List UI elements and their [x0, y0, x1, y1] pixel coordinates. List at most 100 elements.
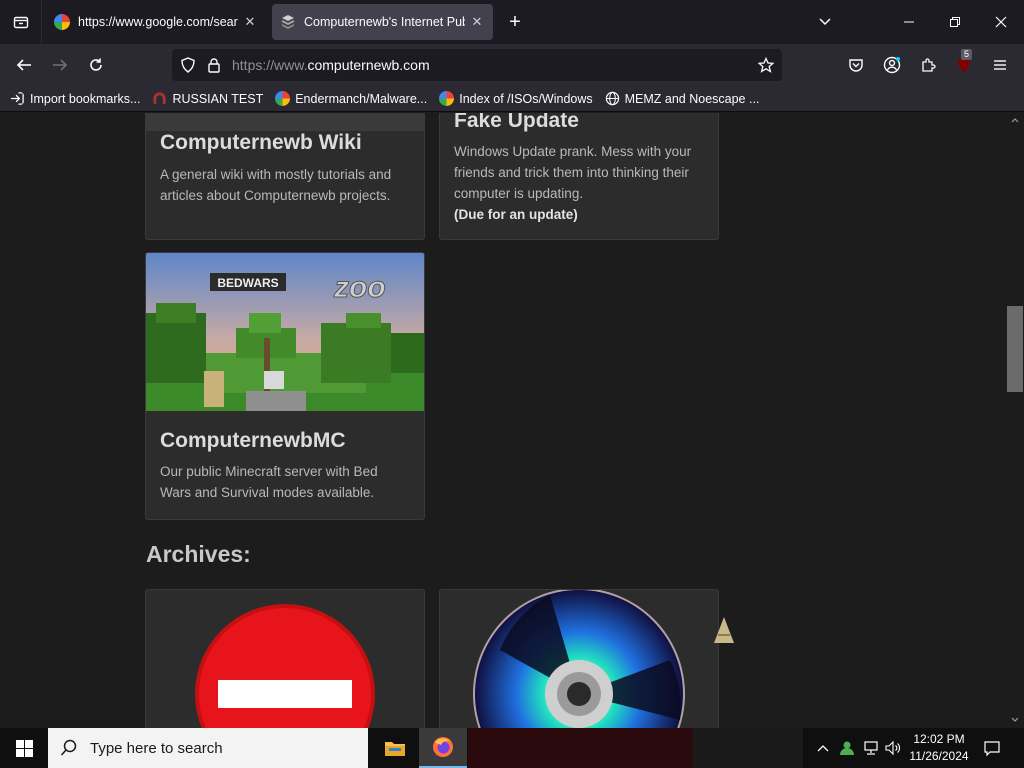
tab-overflow-button[interactable] [802, 0, 848, 44]
google-icon [54, 14, 70, 30]
minimize-icon [904, 21, 914, 23]
network-icon [864, 741, 878, 755]
card-title[interactable]: Fake Update [454, 113, 579, 133]
network-tray-icon[interactable] [860, 728, 882, 768]
search-icon [60, 739, 77, 756]
taskbar-search-box[interactable]: Type here to search [48, 728, 368, 768]
account-icon [883, 56, 901, 74]
account-button[interactable] [878, 51, 906, 79]
url-text[interactable]: https://www.computernewb.com [232, 49, 430, 81]
folder-icon [385, 742, 405, 756]
close-tab-icon[interactable]: ✕ [469, 14, 485, 30]
arrow-left-icon [16, 59, 31, 71]
bookmark-endermanch-malware[interactable]: Endermanch/Malware... [275, 91, 427, 106]
archives-heading: Archives: [146, 541, 251, 567]
horseshoe-icon [153, 92, 167, 105]
chevron-up-icon [817, 745, 829, 752]
archive-card-1[interactable] [145, 589, 425, 728]
google-icon [439, 91, 455, 106]
bookmark-isos-windows[interactable]: Index of /ISOs/Windows [439, 91, 593, 106]
windows-taskbar: Type here to search 12:02 PM 11/26/2024 [0, 728, 1024, 768]
user-tray-icon[interactable] [836, 728, 858, 768]
forward-button[interactable] [46, 51, 74, 79]
close-tab-icon[interactable]: ✕ [242, 14, 258, 30]
volume-tray-icon[interactable] [882, 728, 904, 768]
card-computernewb-wiki[interactable]: Computernewb Wiki A general wiki with mo… [145, 113, 425, 240]
tab-computernewb[interactable]: Computernewb's Internet Pub | ✕ [272, 4, 493, 40]
firefox-taskbar-button[interactable] [419, 728, 467, 768]
bookmark-label: Index of /ISOs/Windows [459, 91, 593, 106]
start-button[interactable] [0, 728, 48, 768]
extensions-button[interactable] [914, 51, 942, 79]
ublock-origin-button[interactable]: 5 [950, 49, 978, 79]
tab-title: Computernewb's Internet Pub | [304, 15, 465, 29]
app-menu-button[interactable] [986, 51, 1014, 79]
computernewb-favicon-icon [282, 15, 294, 29]
card-title[interactable]: ComputernewbMC [160, 429, 346, 453]
minimize-button[interactable] [886, 0, 932, 44]
url-domain: computernewb.com [307, 57, 430, 73]
windows-logo-icon [15, 739, 33, 757]
bookmark-import[interactable]: Import bookmarks... [10, 91, 140, 106]
bookmark-label: Endermanch/Malware... [295, 91, 428, 106]
tab-google-search[interactable]: https://www.google.com/searc ✕ [46, 4, 266, 40]
web-page-content: Computernewb Wiki A general wiki with mo… [0, 113, 1024, 728]
bookmark-memz-noescape[interactable]: MEMZ and Noescape ... [605, 91, 760, 106]
close-window-button[interactable] [978, 0, 1024, 44]
new-tab-button[interactable]: + [503, 10, 527, 34]
globe-icon [605, 91, 619, 106]
lock-icon[interactable] [206, 57, 222, 73]
restore-icon [950, 17, 960, 27]
bookmark-russian-test[interactable]: RUSSIAN TEST [152, 91, 263, 106]
show-hidden-icons-button[interactable] [812, 728, 834, 768]
star-icon[interactable] [758, 57, 774, 73]
taskbar-background-image [468, 728, 693, 768]
search-placeholder: Type here to search [90, 739, 223, 757]
reload-icon [90, 58, 102, 71]
card-description: A general wiki with mostly tutorials and… [160, 167, 392, 203]
tab-strip: https://www.google.com/searc ✕ Computern… [0, 0, 1024, 44]
scrollbar-thumb[interactable] [1007, 306, 1023, 392]
back-button[interactable] [10, 51, 38, 79]
import-icon [10, 92, 24, 105]
taskbar-clock[interactable]: 12:02 PM 11/26/2024 [903, 731, 975, 765]
tab-title: https://www.google.com/searc [78, 15, 238, 29]
bookmark-label: Import bookmarks... [30, 91, 141, 106]
hamburger-menu-icon [994, 60, 1006, 70]
pocket-icon [849, 59, 863, 72]
address-bar[interactable]: https://www.computernewb.com [172, 49, 782, 81]
bedwars-sign-text: BEDWARS [217, 276, 278, 290]
reload-button[interactable] [82, 51, 110, 79]
card-computernewbmc[interactable]: BEDWARS zoo ComputernewbMC Our public Mi… [145, 252, 425, 520]
file-explorer-taskbar-button[interactable] [371, 728, 419, 768]
list-all-tabs-button[interactable] [0, 0, 42, 44]
shield-icon[interactable] [180, 57, 196, 73]
extension-badge: 5 [961, 49, 973, 60]
scroll-up-arrow-icon[interactable] [1011, 117, 1019, 123]
card-fake-update[interactable]: Fake Update Windows Update prank. Mess w… [439, 113, 719, 240]
card-title[interactable]: Computernewb Wiki [160, 131, 362, 155]
clock-date: 11/26/2024 [909, 749, 969, 763]
pocket-button[interactable] [842, 51, 870, 79]
notifications-button[interactable] [978, 728, 1006, 768]
taskbar-background-image [693, 728, 803, 768]
card-image [146, 113, 424, 131]
firefox-icon [433, 737, 453, 757]
close-icon [995, 16, 1007, 28]
page-scrollbar[interactable] [1006, 113, 1024, 728]
navigation-toolbar: https://www.computernewb.com 5 [0, 44, 1024, 86]
tab-list-icon [13, 16, 28, 29]
bookmark-label: RUSSIAN TEST [172, 91, 264, 106]
url-scheme: https://www. [232, 57, 308, 73]
notification-icon [984, 741, 1000, 756]
google-icon [275, 91, 291, 106]
card-description: Our public Minecraft server with Bed War… [160, 464, 378, 500]
restore-button[interactable] [932, 0, 978, 44]
scroll-down-arrow-icon[interactable] [1011, 717, 1019, 723]
no-entry-sign-icon [195, 604, 375, 728]
cone-decoration-icon [714, 617, 734, 643]
archive-card-2[interactable] [439, 589, 719, 728]
person-icon [840, 741, 854, 755]
puzzle-icon [922, 58, 936, 72]
bookmark-label: MEMZ and Noescape ... [624, 91, 760, 106]
